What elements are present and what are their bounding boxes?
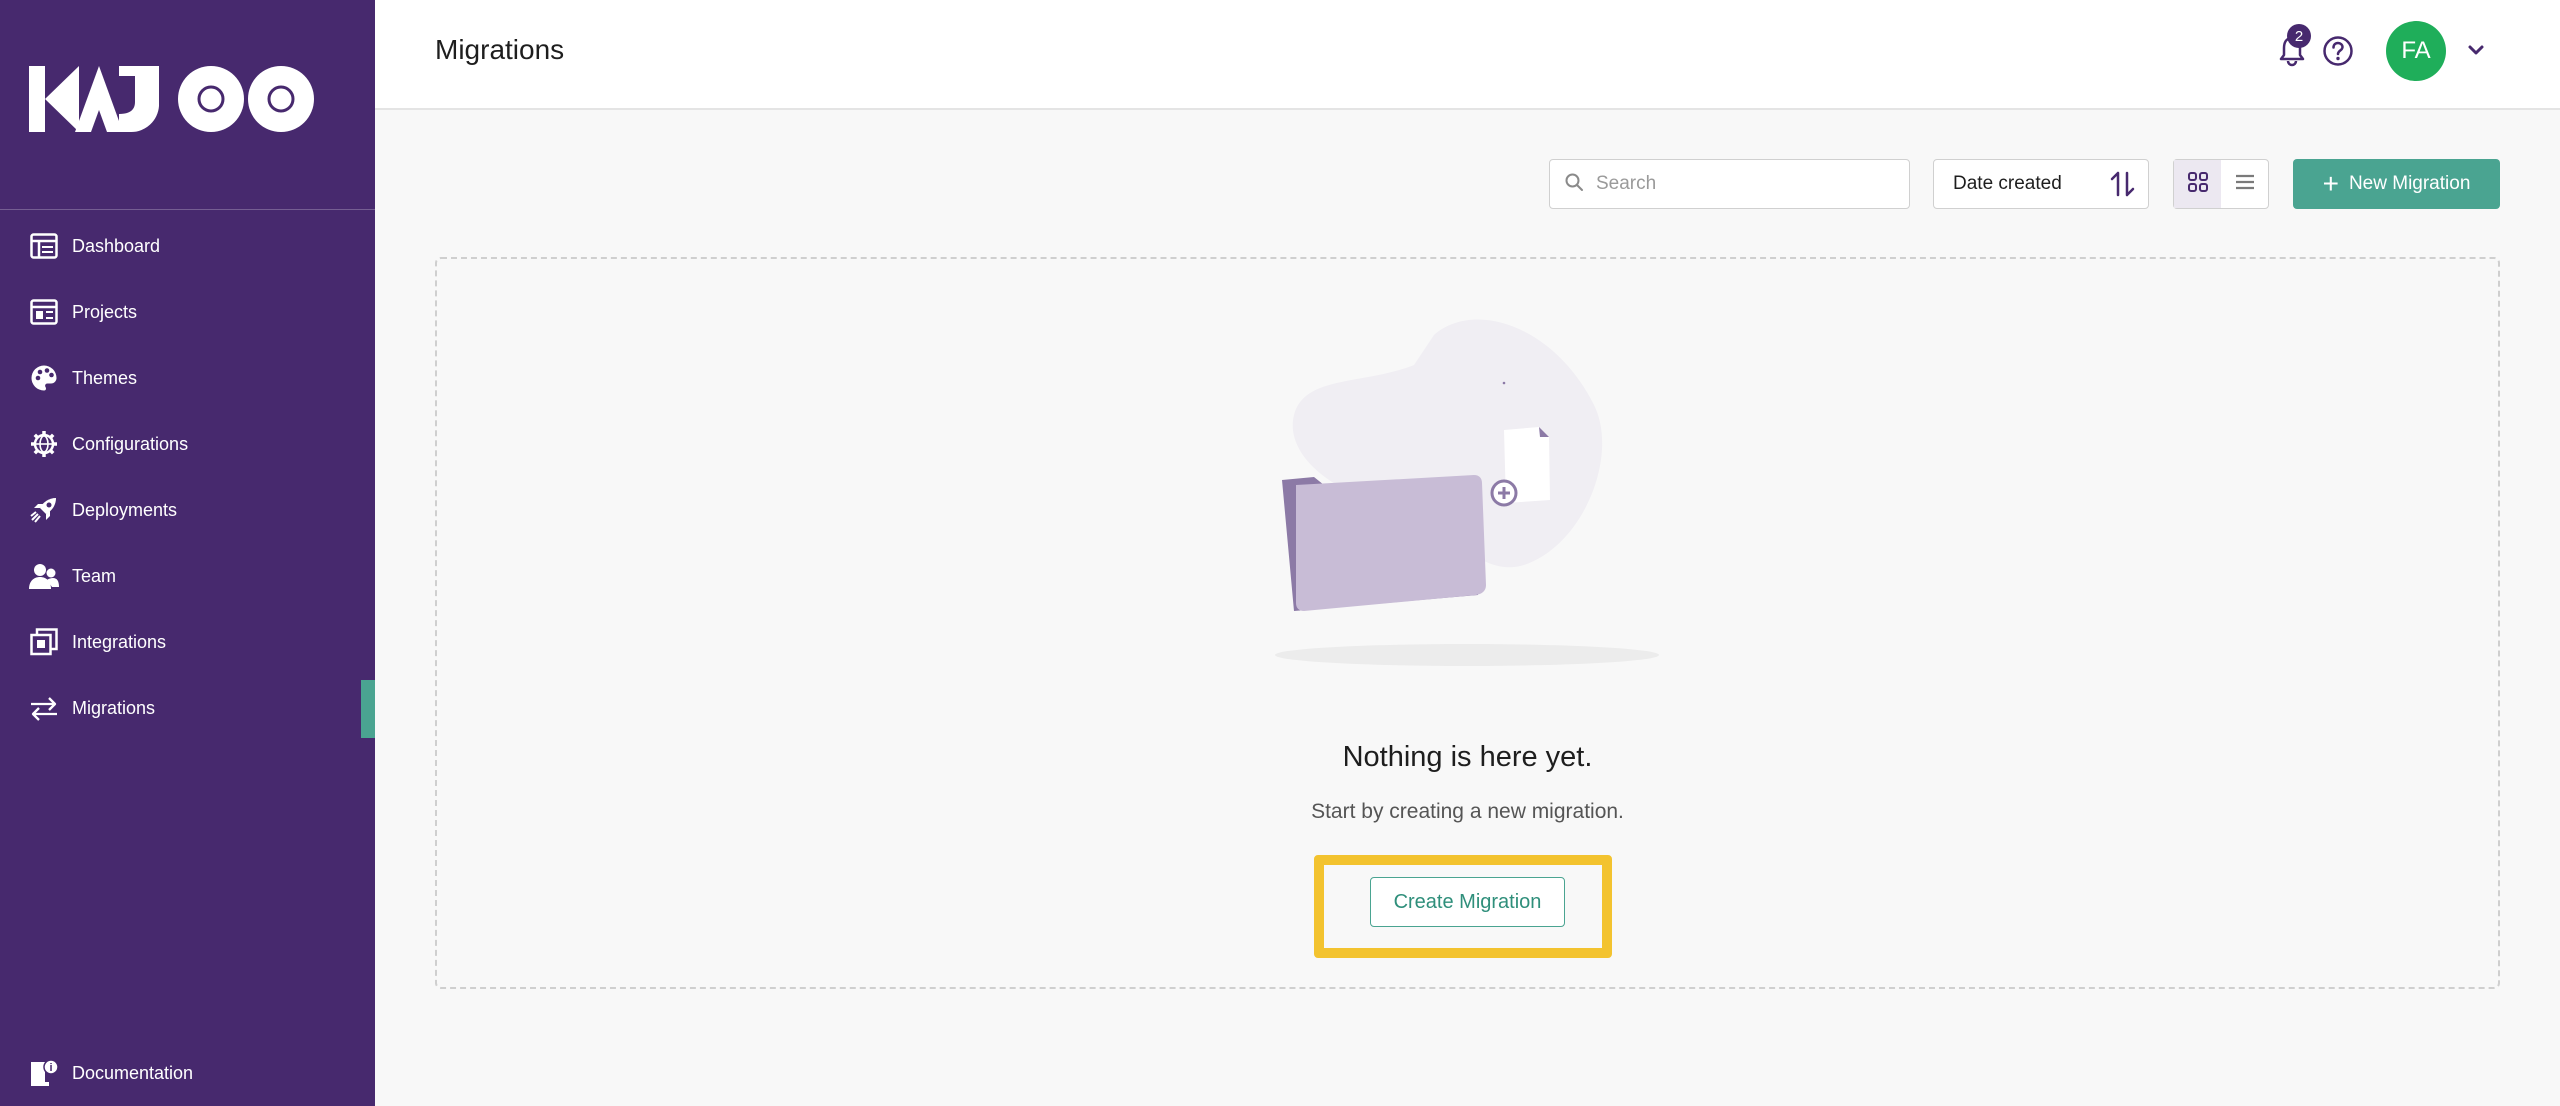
sidebar-item-themes[interactable]: Themes [0, 345, 375, 411]
sidebar-item-label: Projects [72, 301, 138, 322]
help-icon[interactable] [2321, 34, 2355, 68]
sidebar-item-documentation[interactable]: i Documentation [0, 1040, 375, 1106]
empty-folder-illustration [1275, 319, 1659, 666]
new-migration-label: New Migration [2348, 173, 2471, 194]
sidebar-divider [0, 209, 375, 210]
sidebar-item-label: Team [72, 565, 117, 586]
sort-dropdown[interactable]: Date created [1933, 159, 2149, 209]
search-icon [1564, 172, 1584, 197]
rocket-icon [29, 495, 59, 525]
sidebar-item-deployments[interactable]: Deployments [0, 477, 375, 543]
team-icon [29, 561, 59, 591]
sort-arrows-icon[interactable] [2108, 169, 2138, 199]
new-migration-button[interactable]: + New Migration [2293, 159, 2500, 209]
sidebar-item-label: Deployments [72, 499, 178, 520]
grid-view-button[interactable] [2174, 160, 2221, 208]
sidebar-item-label: Themes [72, 367, 138, 388]
create-migration-button[interactable]: Create Migration [1370, 877, 1565, 927]
grid-icon [2187, 171, 2209, 198]
sidebar-nav: Dashboard Projects Themes Configurations… [0, 213, 375, 741]
empty-state-title: Nothing is here yet. [1342, 741, 1593, 773]
user-avatar[interactable]: FA [2386, 21, 2446, 81]
sidebar-item-migrations[interactable]: Migrations [0, 675, 375, 741]
sidebar: Dashboard Projects Themes Configurations… [0, 0, 375, 1106]
search-input[interactable] [1596, 173, 1896, 195]
search-field[interactable] [1549, 159, 1910, 209]
plus-icon: + [2322, 168, 2339, 199]
notifications-badge: 2 [2287, 24, 2311, 48]
dashboard-icon [29, 231, 59, 261]
list-view-button[interactable] [2221, 160, 2268, 208]
sidebar-item-dashboard[interactable]: Dashboard [0, 213, 375, 279]
sidebar-item-label: Configurations [72, 433, 189, 454]
palette-icon [29, 363, 59, 393]
gear-globe-icon [29, 429, 59, 459]
documentation-icon: i [29, 1058, 59, 1088]
page-title: Migrations [435, 34, 565, 65]
projects-icon [29, 297, 59, 327]
chevron-down-icon[interactable] [2465, 40, 2487, 60]
top-header: Migrations 2 FA [375, 0, 2560, 110]
sidebar-item-integrations[interactable]: Integrations [0, 609, 375, 675]
sidebar-item-configurations[interactable]: Configurations [0, 411, 375, 477]
kajoo-logo[interactable] [29, 66, 347, 132]
sidebar-item-label: Integrations [72, 631, 167, 652]
list-icon [2234, 171, 2256, 198]
integrations-icon [29, 627, 59, 657]
view-toggle [2173, 159, 2269, 209]
sort-label: Date created [1953, 173, 2062, 194]
swap-arrows-icon [29, 693, 59, 723]
sidebar-item-team[interactable]: Team [0, 543, 375, 609]
sidebar-item-label: Dashboard [72, 235, 161, 256]
svg-text:i: i [49, 1062, 52, 1074]
sidebar-item-label: Migrations [72, 697, 156, 718]
empty-state-subtitle: Start by creating a new migration. [1311, 800, 1624, 823]
documentation-label: Documentation [72, 1062, 194, 1083]
sidebar-item-projects[interactable]: Projects [0, 279, 375, 345]
